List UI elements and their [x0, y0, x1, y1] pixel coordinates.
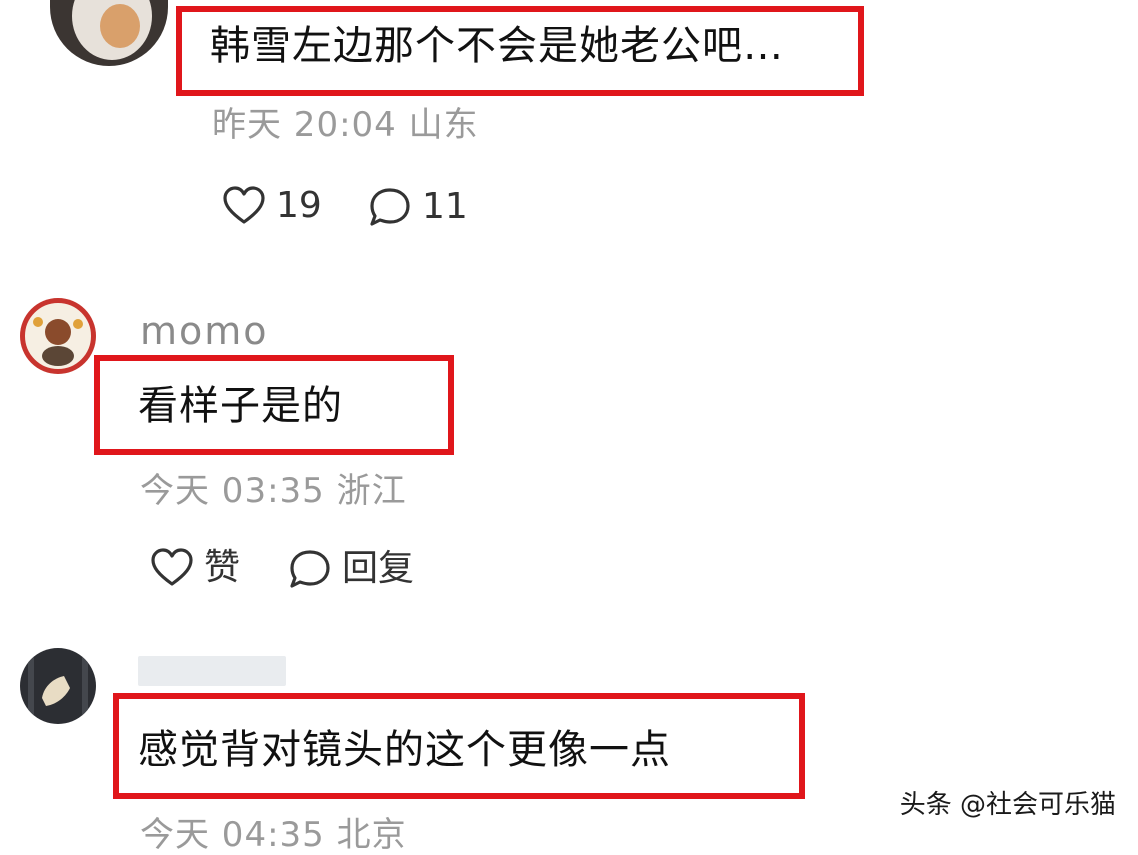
comment-1-text: 韩雪左边那个不会是她老公吧…: [210, 23, 784, 69]
comment-2-reply-button[interactable]: 回复: [288, 548, 414, 590]
comment-2-username[interactable]: momo: [140, 312, 269, 350]
comment-3-time: 今天 04:35: [140, 815, 325, 855]
comment-3-text: 感觉背对镜头的这个更像一点: [138, 727, 671, 773]
speech-bubble-icon: [368, 186, 412, 228]
comment-1-time: 昨天 20:04: [212, 105, 397, 145]
comment-3-location: 北京: [336, 815, 407, 855]
comment-2-meta: 今天 03:35 浙江: [140, 474, 407, 508]
comment-2-reply-label: 回复: [342, 548, 415, 589]
comment-2-like-button[interactable]: 赞: [150, 548, 240, 588]
comment-2-text: 看样子是的: [138, 383, 343, 429]
watermark: 头条 @社会可乐猫: [899, 790, 1116, 820]
heart-outline-icon: [150, 548, 194, 588]
comment-2-like-label: 赞: [204, 547, 241, 588]
comment-1-like-button[interactable]: 19: [222, 186, 322, 226]
comment-3-meta: 今天 04:35 北京: [140, 818, 407, 852]
comment-3-avatar[interactable]: [20, 648, 96, 724]
speech-bubble-icon: [288, 548, 332, 590]
comment-1-location: 山东: [408, 105, 479, 145]
comment-2-time: 今天 03:35: [140, 471, 325, 511]
comment-1-avatar[interactable]: [50, 0, 168, 66]
heart-outline-icon: [222, 186, 266, 226]
comment-2-location: 浙江: [336, 471, 407, 511]
comment-1-meta: 昨天 20:04 山东: [212, 108, 479, 142]
comment-1-like-count: 19: [276, 185, 322, 226]
comment-2-avatar[interactable]: [20, 298, 96, 374]
comment-3-username-redacted: [138, 656, 286, 686]
comment-1-reply-count: 11: [422, 186, 468, 227]
comment-1-reply-button[interactable]: 11: [368, 186, 468, 228]
